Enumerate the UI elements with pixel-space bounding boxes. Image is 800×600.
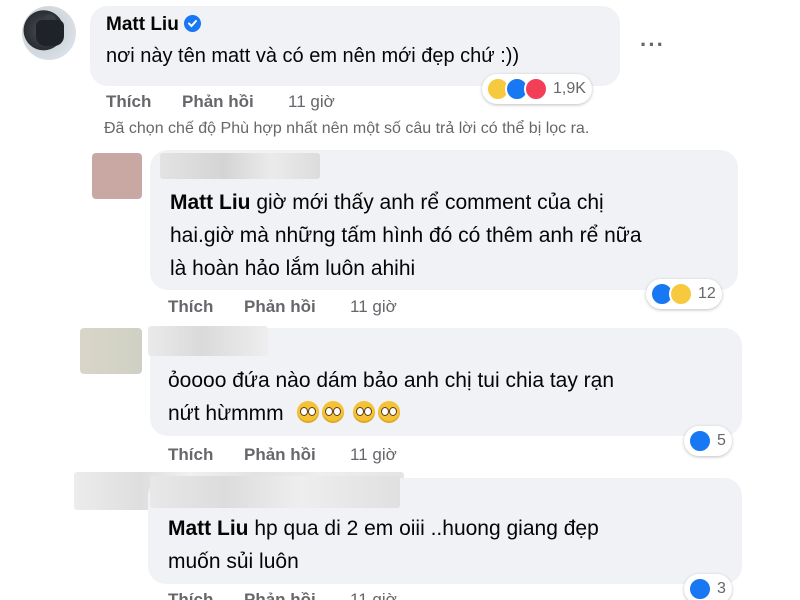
reaction-count: 1,9K (553, 80, 586, 97)
reply-text: ỏoooo đứa nào dám bảo anh chị tui chia t… (168, 369, 615, 425)
reply-button[interactable]: Phản hồi (244, 445, 316, 465)
more-options-icon[interactable]: ··· (640, 32, 665, 58)
reaction-summary[interactable]: 1,9K (482, 74, 592, 104)
pleading-face-emoji-icon (378, 401, 401, 423)
like-button[interactable]: Thích (168, 297, 213, 317)
author-name[interactable]: Matt Liu (106, 14, 179, 35)
reply-button[interactable]: Phản hồi (182, 92, 254, 112)
timestamp[interactable]: 11 giờ (350, 445, 397, 465)
comment-text: nơi này tên matt và có em nên mới đẹp ch… (106, 45, 520, 67)
reply-actions: Thích Phản hồi 11 giờ (168, 297, 468, 319)
like-button[interactable]: Thích (168, 590, 213, 600)
reaction-summary[interactable]: 5 (684, 426, 732, 456)
mention-link[interactable]: Matt Liu (170, 191, 250, 214)
reaction-summary[interactable]: 3 (684, 574, 732, 600)
care-icon (669, 282, 693, 306)
reply-text: Matt Liu giờ mới thấy anh rể comment của… (170, 191, 642, 280)
blurred-author-name (160, 153, 320, 179)
reaction-count: 3 (717, 580, 726, 597)
comment-author[interactable]: Matt Liu (106, 14, 201, 36)
timestamp[interactable]: 11 giờ (350, 297, 397, 317)
reply-text: Matt Liu hp qua di 2 em oiii ..huong gia… (168, 517, 599, 573)
pleading-face-emoji-icon (297, 401, 320, 423)
like-button[interactable]: Thích (106, 92, 151, 112)
timestamp[interactable]: 11 giờ (350, 590, 397, 600)
reaction-count: 5 (717, 432, 726, 449)
reaction-summary[interactable]: 12 (646, 279, 722, 309)
love-icon (524, 77, 548, 101)
reply-button[interactable]: Phản hồi (244, 297, 316, 317)
reply-actions: Thích Phản hồi 11 giờ (168, 445, 468, 467)
avatar[interactable] (92, 153, 142, 199)
filter-note: Đã chọn chế độ Phù hợp nhất nên một số c… (104, 120, 590, 137)
like-icon (688, 429, 712, 453)
avatar[interactable] (22, 6, 76, 60)
blurred-author-name (150, 476, 400, 508)
reaction-count: 12 (698, 285, 716, 302)
like-icon (688, 577, 712, 600)
verified-badge-icon (183, 15, 201, 32)
pleading-face-emoji-icon (322, 401, 345, 423)
mention-link[interactable]: Matt Liu (168, 517, 248, 540)
like-button[interactable]: Thích (168, 445, 213, 465)
blurred-author-name (148, 326, 268, 356)
reply-actions: Thích Phản hồi 11 giờ (168, 590, 468, 600)
avatar[interactable] (80, 328, 142, 374)
pleading-face-emoji-icon (353, 401, 376, 423)
reply-button[interactable]: Phản hồi (244, 590, 316, 600)
timestamp[interactable]: 11 giờ (288, 92, 335, 112)
comment-actions: Thích Phản hồi 11 giờ (106, 92, 406, 114)
